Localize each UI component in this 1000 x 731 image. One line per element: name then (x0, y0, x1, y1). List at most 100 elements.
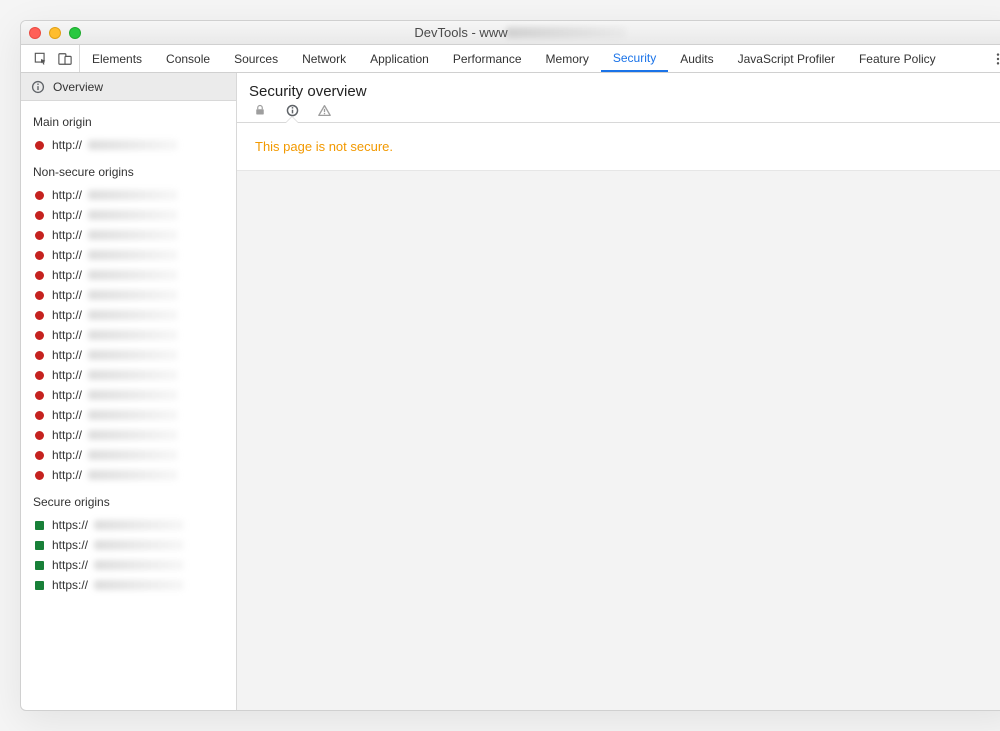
redacted-text (88, 450, 178, 460)
insecure-indicator-icon (35, 141, 44, 150)
origin-scheme: http:// (52, 268, 82, 282)
overview-row[interactable]: Overview (21, 73, 236, 101)
origin-scheme: http:// (52, 368, 82, 382)
titlebar: DevTools - www (21, 21, 1000, 45)
origin-scheme: http:// (52, 348, 82, 362)
redacted-text (88, 270, 178, 280)
redacted-text (506, 27, 626, 38)
insecure-indicator-icon (35, 291, 44, 300)
insecure-indicator-icon (35, 191, 44, 200)
tab-audits[interactable]: Audits (668, 45, 725, 72)
insecure-indicator-icon (35, 231, 44, 240)
secure-indicator-icon (35, 561, 44, 570)
redacted-text (88, 330, 178, 340)
tab-security[interactable]: Security (601, 45, 668, 72)
secure-indicator-icon (35, 541, 44, 550)
origin-item[interactable]: http:// (31, 185, 236, 205)
origin-item[interactable]: http:// (31, 325, 236, 345)
origin-item[interactable]: https:// (31, 515, 236, 535)
more-menu-icon[interactable] (983, 52, 1000, 66)
insecure-indicator-icon (35, 431, 44, 440)
toolbar: ElementsConsoleSourcesNetworkApplication… (21, 45, 1000, 73)
tab-javascript-profiler[interactable]: JavaScript Profiler (726, 45, 847, 72)
tab-elements[interactable]: Elements (80, 45, 154, 72)
origin-item[interactable]: http:// (31, 305, 236, 325)
tab-memory[interactable]: Memory (534, 45, 601, 72)
info-icon (31, 80, 45, 94)
origin-item[interactable]: https:// (31, 555, 236, 575)
inspect-element-icon[interactable] (33, 51, 49, 67)
secure-indicator-icon (35, 581, 44, 590)
redacted-text (88, 230, 178, 240)
origin-item[interactable]: http:// (31, 465, 236, 485)
tab-sources[interactable]: Sources (222, 45, 290, 72)
origin-item[interactable]: http:// (31, 365, 236, 385)
origin-item[interactable]: http:// (31, 225, 236, 245)
window-title-text: DevTools - www (414, 25, 507, 40)
security-message: This page is not secure. (237, 123, 1000, 171)
tab-console[interactable]: Console (154, 45, 222, 72)
toolbar-left-icons (27, 45, 80, 72)
overview-label: Overview (53, 80, 103, 94)
lock-icon[interactable] (253, 108, 267, 122)
insecure-indicator-icon (35, 391, 44, 400)
insecure-indicator-icon (35, 271, 44, 280)
redacted-text (88, 250, 178, 260)
origin-scheme: http:// (52, 208, 82, 222)
origin-item[interactable]: http:// (31, 135, 236, 155)
tab-network[interactable]: Network (290, 45, 358, 72)
status-icon-row (249, 108, 1000, 122)
origin-list: Main originhttp://Non-secure originshttp… (21, 101, 236, 710)
tab-performance[interactable]: Performance (441, 45, 534, 72)
redacted-text (88, 210, 178, 220)
origin-scheme: http:// (52, 308, 82, 322)
origin-item[interactable]: http:// (31, 445, 236, 465)
redacted-text (88, 470, 178, 480)
devtools-tabs: ElementsConsoleSourcesNetworkApplication… (80, 45, 948, 72)
main-header: Security overview (237, 73, 1000, 123)
origin-scheme: http:// (52, 288, 82, 302)
origin-item[interactable]: http:// (31, 345, 236, 365)
insecure-indicator-icon (35, 331, 44, 340)
insecure-indicator-icon (35, 351, 44, 360)
secure-indicator-icon (35, 521, 44, 530)
info-status-icon[interactable] (285, 108, 299, 122)
device-toolbar-icon[interactable] (57, 51, 73, 67)
origin-item[interactable]: http:// (31, 425, 236, 445)
warning-triangle-icon[interactable] (317, 108, 331, 122)
origin-item[interactable]: https:// (31, 535, 236, 555)
origin-item[interactable]: http:// (31, 265, 236, 285)
origin-scheme: http:// (52, 388, 82, 402)
origin-scheme: http:// (52, 468, 82, 482)
redacted-text (88, 350, 178, 360)
window-title: DevTools - www (21, 25, 1000, 40)
origin-scheme: https:// (52, 578, 88, 592)
insecure-indicator-icon (35, 211, 44, 220)
tab-application[interactable]: Application (358, 45, 441, 72)
insecure-indicator-icon (35, 411, 44, 420)
origin-item[interactable]: https:// (31, 575, 236, 595)
security-overview-title: Security overview (249, 83, 1000, 100)
redacted-text (88, 370, 178, 380)
content: Overview Main originhttp://Non-secure or… (21, 73, 1000, 710)
redacted-text (88, 190, 178, 200)
origin-scheme: http:// (52, 448, 82, 462)
insecure-indicator-icon (35, 251, 44, 260)
redacted-text (88, 310, 178, 320)
insecure-indicator-icon (35, 471, 44, 480)
redacted-text (94, 540, 184, 550)
tab-feature-policy[interactable]: Feature Policy (847, 45, 948, 72)
redacted-text (88, 410, 178, 420)
origin-item[interactable]: http:// (31, 385, 236, 405)
group-label-nonsecure: Non-secure origins (33, 165, 236, 179)
redacted-text (94, 560, 184, 570)
redacted-text (88, 430, 178, 440)
origin-item[interactable]: http:// (31, 245, 236, 265)
origin-item[interactable]: http:// (31, 285, 236, 305)
origin-item[interactable]: http:// (31, 205, 236, 225)
insecure-indicator-icon (35, 371, 44, 380)
redacted-text (94, 580, 184, 590)
origin-scheme: https:// (52, 538, 88, 552)
origin-item[interactable]: http:// (31, 405, 236, 425)
origin-scheme: https:// (52, 558, 88, 572)
